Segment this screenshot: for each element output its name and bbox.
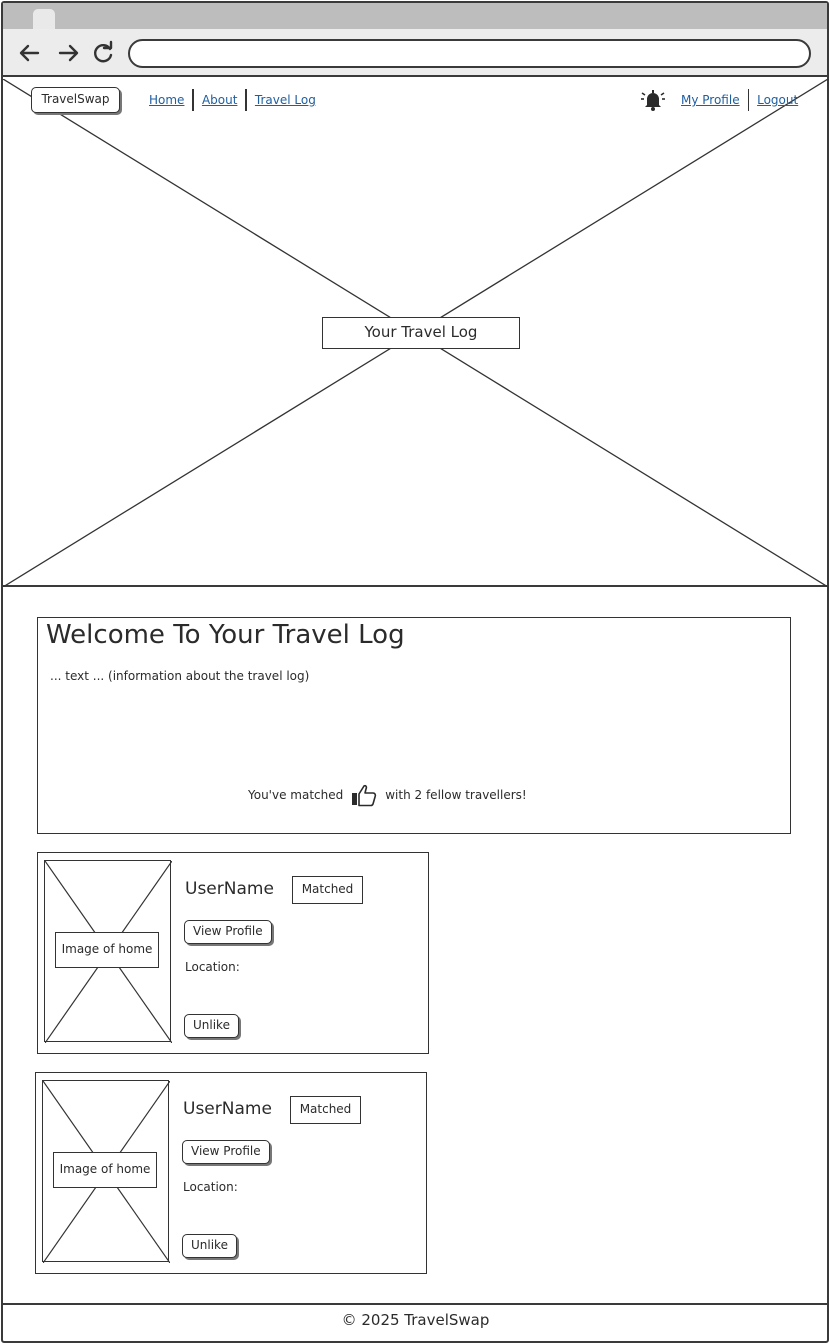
- bell-icon[interactable]: [640, 88, 666, 112]
- thumbs-up-icon: [352, 784, 377, 807]
- nav-divider: [245, 89, 247, 111]
- nav-link-logout[interactable]: Logout: [757, 93, 798, 107]
- page-title: Welcome To Your Travel Log: [46, 620, 405, 650]
- address-bar[interactable]: [128, 39, 811, 68]
- nav-divider: [192, 89, 194, 111]
- welcome-description: ... text ... (information about the trav…: [50, 669, 310, 683]
- account-nav: My Profile Logout: [681, 89, 798, 111]
- location-label: Location:: [183, 1180, 238, 1194]
- nav-link-my-profile[interactable]: My Profile: [681, 93, 740, 107]
- match-summary-suffix: with 2 fellow travellers!: [385, 788, 527, 802]
- reload-icon[interactable]: [90, 40, 116, 66]
- main-nav: Home About Travel Log: [149, 89, 316, 111]
- brand-logo[interactable]: TravelSwap: [31, 87, 120, 113]
- home-image-label: Image of home: [55, 932, 159, 968]
- username: UserName: [183, 1099, 272, 1119]
- unlike-button[interactable]: Unlike: [182, 1234, 237, 1258]
- unlike-button[interactable]: Unlike: [184, 1014, 239, 1038]
- nav-link-home[interactable]: Home: [149, 93, 184, 107]
- match-summary-prefix: You've matched: [248, 788, 344, 802]
- footer-copyright: © 2025 TravelSwap: [341, 1311, 490, 1329]
- arrow-right-icon[interactable]: [55, 40, 81, 66]
- nav-divider: [747, 89, 750, 111]
- nav-link-travel-log[interactable]: Travel Log: [255, 93, 316, 107]
- username: UserName: [185, 879, 274, 899]
- tab-strip: [3, 3, 827, 29]
- arrow-left-icon[interactable]: [17, 40, 43, 66]
- view-profile-button[interactable]: View Profile: [184, 920, 272, 944]
- browser-tab[interactable]: [33, 9, 55, 31]
- view-profile-button[interactable]: View Profile: [182, 1140, 270, 1164]
- home-image-label: Image of home: [53, 1152, 157, 1188]
- status-badge: Matched: [290, 1096, 361, 1124]
- footer-divider: [3, 1303, 828, 1305]
- match-summary: You've matched with 2 fellow travellers!: [248, 783, 527, 807]
- status-badge: Matched: [292, 876, 363, 904]
- hero-title: Your Travel Log: [322, 317, 520, 349]
- nav-link-about[interactable]: About: [202, 93, 237, 107]
- location-label: Location:: [185, 960, 240, 974]
